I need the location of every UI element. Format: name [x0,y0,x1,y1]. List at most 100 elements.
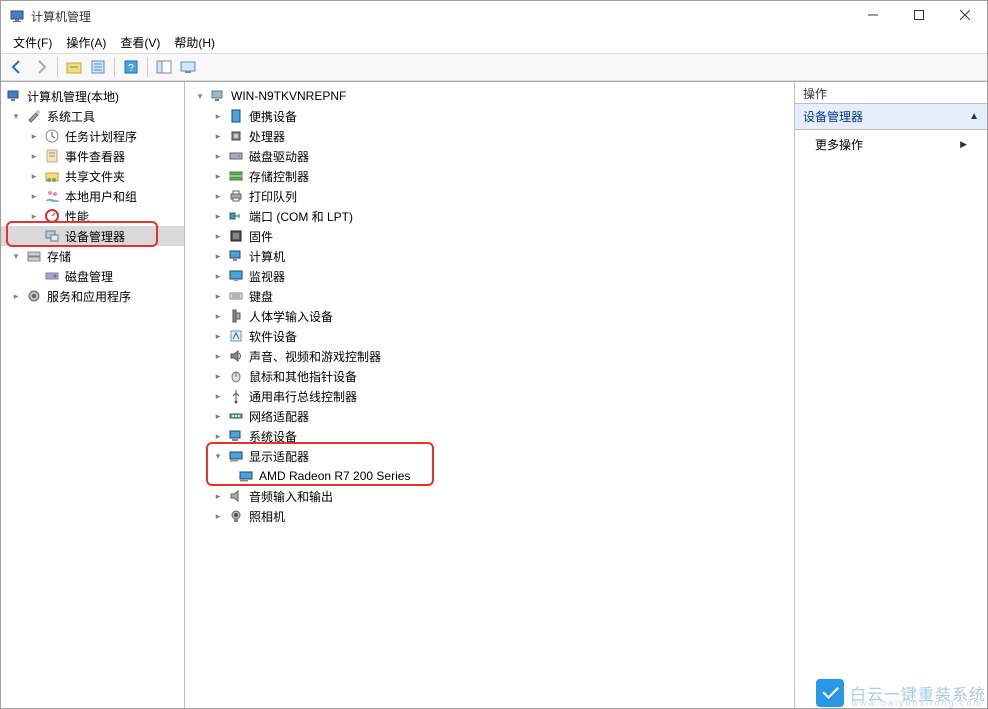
printer-icon [228,188,244,204]
node-network[interactable]: ▸网络适配器 [185,406,794,426]
chevron-right-icon[interactable]: ▸ [27,149,41,163]
node-storage-ctrl[interactable]: ▸存储控制器 [185,166,794,186]
chevron-right-icon[interactable]: ▸ [211,109,225,123]
node-disk-drives[interactable]: ▸ 磁盘驱动器 [185,146,794,166]
tree-device-manager[interactable]: ▸ 设备管理器 [1,226,184,246]
tree-system-tools[interactable]: ▾ 系统工具 [1,106,184,126]
port-icon [228,208,244,224]
menu-file[interactable]: 文件(F) [7,32,58,53]
tree-label: 便携设备 [247,108,297,125]
node-mouse[interactable]: ▸ 鼠标和其他指针设备 [185,366,794,386]
node-firmware[interactable]: ▸固件 [185,226,794,246]
watermark: 白云一键重装系统 www.baiyunxitong.com [816,679,986,707]
tree-storage[interactable]: ▾ 存储 [1,246,184,266]
chevron-right-icon[interactable]: ▸ [211,189,225,203]
chevron-down-icon[interactable]: ▾ [193,89,207,103]
chevron-right-icon[interactable]: ▸ [27,129,41,143]
device-mgr-icon [44,228,60,244]
menu-help[interactable]: 帮助(H) [168,32,221,53]
tree-root[interactable]: 计算机管理(本地) [1,86,184,106]
node-display-child[interactable]: AMD Radeon R7 200 Series [185,466,794,486]
mid-pane: ▾ WIN-N9TKVNREPNF ▸ 便携设备 ▸处理器 ▸ 磁盘驱动器 ▸存储控… [185,82,795,708]
tree-local-users[interactable]: ▸ 本地用户和组 [1,186,184,206]
tree-label: 声音、视频和游戏控制器 [247,348,381,365]
node-sound[interactable]: ▸ 声音、视频和游戏控制器 [185,346,794,366]
tree-task-scheduler[interactable]: ▸ 任务计划程序 [1,126,184,146]
chevron-right-icon[interactable]: ▸ [211,149,225,163]
maximize-button[interactable] [896,0,942,30]
node-monitor[interactable]: ▸监视器 [185,266,794,286]
menu-action[interactable]: 操作(A) [60,32,112,53]
chevron-right-icon[interactable]: ▸ [211,349,225,363]
node-portable[interactable]: ▸ 便携设备 [185,106,794,126]
collapse-icon[interactable]: ▲ [969,111,979,122]
show-hide-tree-button[interactable] [152,55,176,79]
node-display[interactable]: ▾显示适配器 [185,446,794,466]
close-button[interactable] [942,0,988,30]
storage-icon [26,248,42,264]
back-button[interactable] [5,55,29,79]
chevron-right-icon[interactable]: ▸ [9,289,23,303]
node-cpu[interactable]: ▸处理器 [185,126,794,146]
chevron-right-icon[interactable]: ▸ [27,189,41,203]
services-icon [26,288,42,304]
tree-label: 本地用户和组 [63,188,137,205]
device-root[interactable]: ▾ WIN-N9TKVNREPNF [185,86,794,106]
tree-shared-folders[interactable]: ▸ 共享文件夹 [1,166,184,186]
chevron-right-icon[interactable]: ▸ [211,409,225,423]
properties-button[interactable] [86,55,110,79]
chevron-right-icon[interactable]: ▸ [27,169,41,183]
tree-label: 系统设备 [247,428,297,445]
folder-share-icon [44,168,60,184]
chevron-right-icon[interactable]: ▸ [211,229,225,243]
chevron-right-icon[interactable]: ▸ [211,289,225,303]
chevron-right-icon[interactable]: ▸ [211,249,225,263]
minimize-button[interactable] [850,0,896,30]
gpu-icon [228,448,244,464]
node-print-queue[interactable]: ▸打印队列 [185,186,794,206]
help-button[interactable]: ? [119,55,143,79]
node-system-dev[interactable]: ▸ 系统设备 [185,426,794,446]
chevron-down-icon[interactable]: ▾ [9,249,23,263]
refresh-button[interactable] [176,55,200,79]
tree-label: 磁盘驱动器 [247,148,309,165]
tree-services[interactable]: ▸ 服务和应用程序 [1,286,184,306]
chevron-right-icon[interactable]: ▸ [211,129,225,143]
forward-button[interactable] [29,55,53,79]
chevron-right-icon[interactable]: ▸ [211,209,225,223]
tree-label: 存储 [45,248,71,265]
chevron-down-icon[interactable]: ▾ [9,109,23,123]
chevron-right-icon[interactable]: ▸ [211,389,225,403]
node-audio-io[interactable]: ▸音频输入和输出 [185,486,794,506]
node-ports[interactable]: ▸端口 (COM 和 LPT) [185,206,794,226]
separator [114,57,115,77]
up-button[interactable] [62,55,86,79]
cpu-icon [228,128,244,144]
node-computer[interactable]: ▸ 计算机 [185,246,794,266]
chevron-right-icon[interactable]: ▸ [27,209,41,223]
chevron-down-icon[interactable]: ▾ [211,449,225,463]
chevron-right-icon[interactable]: ▸ [211,309,225,323]
node-camera[interactable]: ▸照相机 [185,506,794,526]
actions-section[interactable]: 设备管理器 ▲ [795,104,987,130]
chevron-right-icon[interactable]: ▸ [211,509,225,523]
chevron-right-icon[interactable]: ▸ [211,369,225,383]
tree-disk-mgmt[interactable]: ▸ 磁盘管理 [1,266,184,286]
menu-view[interactable]: 查看(V) [114,32,166,53]
node-keyboard[interactable]: ▸键盘 [185,286,794,306]
chevron-right-icon[interactable]: ▸ [211,329,225,343]
chevron-right-icon[interactable]: ▸ [211,489,225,503]
node-software-dev[interactable]: ▸软件设备 [185,326,794,346]
tree-label: 鼠标和其他指针设备 [247,368,357,385]
chevron-right-icon[interactable]: ▸ [211,429,225,443]
watermark-url: www.baiyunxitong.com [851,698,983,708]
tree-label: 计算机 [247,248,285,265]
network-icon [228,408,244,424]
chevron-right-icon[interactable]: ▸ [211,269,225,283]
actions-more[interactable]: 更多操作 ▶ [795,130,987,159]
tree-event-viewer[interactable]: ▸ 事件查看器 [1,146,184,166]
node-usb[interactable]: ▸通用串行总线控制器 [185,386,794,406]
chevron-right-icon[interactable]: ▸ [211,169,225,183]
tree-performance[interactable]: ▸ 性能 [1,206,184,226]
node-hid[interactable]: ▸人体学输入设备 [185,306,794,326]
